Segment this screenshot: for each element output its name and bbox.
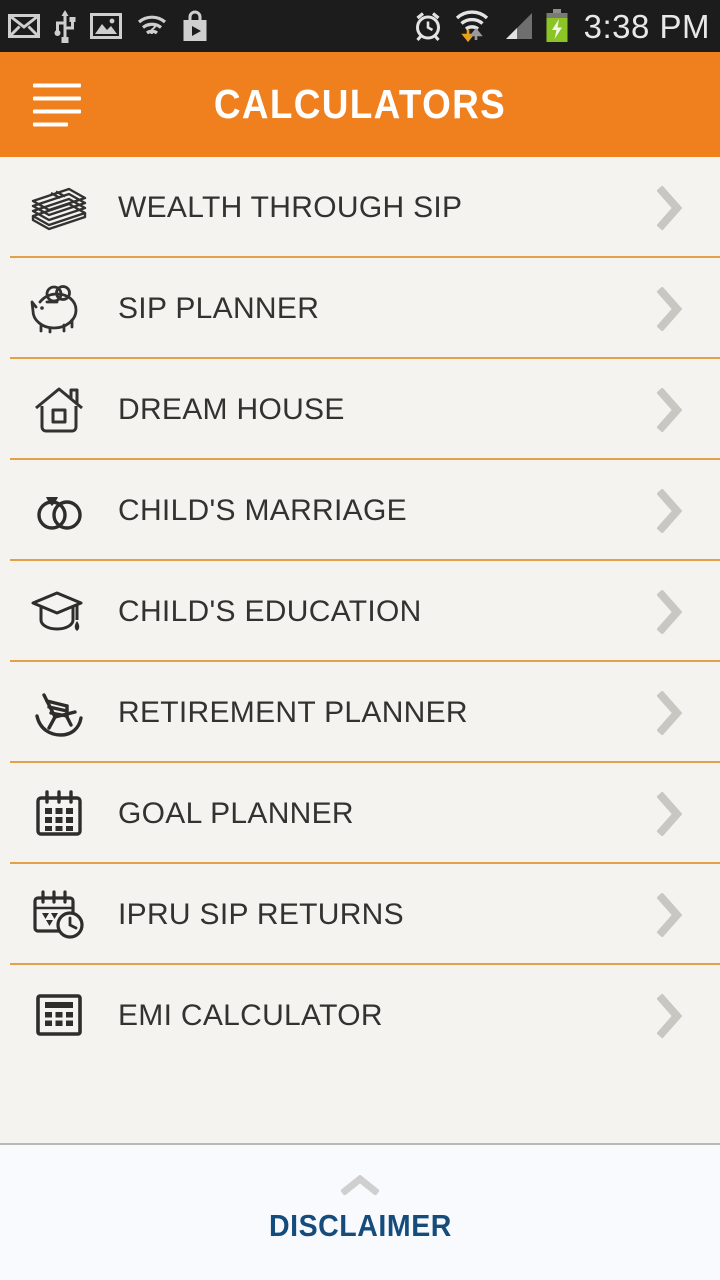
list-item[interactable]: SIP PLANNER: [0, 258, 720, 359]
piggy-bank-icon: [0, 283, 118, 335]
wedding-rings-icon: [0, 486, 118, 536]
image-icon: [90, 13, 122, 39]
cell-signal-icon: [500, 11, 534, 41]
house-icon: [0, 384, 118, 436]
expand-up-icon: [340, 1174, 380, 1200]
list-item-label: DREAM HOUSE: [118, 392, 345, 426]
list-item[interactable]: EMI CALCULATOR: [0, 965, 720, 1066]
chevron-right-icon: [620, 690, 720, 735]
chevron-right-icon: [620, 791, 720, 836]
battery-charging-icon: [545, 9, 569, 43]
list-item[interactable]: GOAL PLANNER: [0, 763, 720, 864]
chevron-right-icon: [620, 993, 720, 1038]
wifi-transfer-icon: [455, 10, 489, 42]
list-item-label: GOAL PLANNER: [118, 796, 354, 830]
calculator-list: WEALTH THROUGH SIP SIP PLANNER DREAM HOU…: [0, 157, 720, 1143]
list-item[interactable]: DREAM HOUSE: [0, 359, 720, 460]
list-item[interactable]: CHILD'S MARRIAGE: [0, 460, 720, 561]
chevron-right-icon: [620, 286, 720, 331]
app-bar: CALCULATORS: [0, 52, 720, 157]
disclaimer-panel[interactable]: DISCLAIMER: [0, 1143, 720, 1280]
status-bar-right-icons: 3:38 PM: [412, 9, 710, 43]
chevron-right-icon: [620, 185, 720, 230]
list-item-label: EMI CALCULATOR: [118, 998, 383, 1032]
page-title: CALCULATORS: [213, 81, 507, 127]
chevron-right-icon: [620, 589, 720, 634]
list-item-label: CHILD'S MARRIAGE: [118, 493, 407, 527]
list-item[interactable]: RETIREMENT PLANNER: [0, 662, 720, 763]
graduation-cap-icon: [0, 587, 118, 637]
status-bar: ? 3:38 PM: [0, 0, 720, 52]
mail-icon: [8, 14, 40, 38]
list-item-label: SIP PLANNER: [118, 291, 320, 325]
play-store-icon: [182, 10, 208, 42]
app-root: ? 3:38 PM CALCULATORS WEALTH THROUGH SIP…: [0, 0, 720, 1280]
usb-icon: [54, 9, 76, 43]
list-item-label: RETIREMENT PLANNER: [118, 695, 468, 729]
list-item-label: IPRU SIP RETURNS: [118, 897, 404, 931]
disclaimer-label: DISCLAIMER: [268, 1208, 452, 1243]
list-item-label: WEALTH THROUGH SIP: [118, 190, 463, 224]
chevron-right-icon: [620, 387, 720, 432]
money-stack-icon: [0, 182, 118, 234]
alarm-clock-icon: [412, 10, 444, 42]
list-item[interactable]: CHILD'S EDUCATION: [0, 561, 720, 662]
status-bar-left-icons: ?: [8, 9, 208, 43]
calculator-icon: [0, 993, 118, 1039]
svg-text:?: ?: [147, 21, 157, 38]
calendar-clock-icon: [0, 889, 118, 941]
list-item-label: CHILD'S EDUCATION: [118, 594, 422, 628]
list-item[interactable]: WEALTH THROUGH SIP: [0, 157, 720, 258]
wifi-question-icon: ?: [136, 13, 168, 39]
chevron-right-icon: [620, 892, 720, 937]
status-bar-clock: 3:38 PM: [583, 7, 710, 45]
calendar-icon: [0, 789, 118, 839]
list-item[interactable]: IPRU SIP RETURNS: [0, 864, 720, 965]
chevron-right-icon: [620, 488, 720, 533]
rocking-chair-icon: [0, 688, 118, 738]
